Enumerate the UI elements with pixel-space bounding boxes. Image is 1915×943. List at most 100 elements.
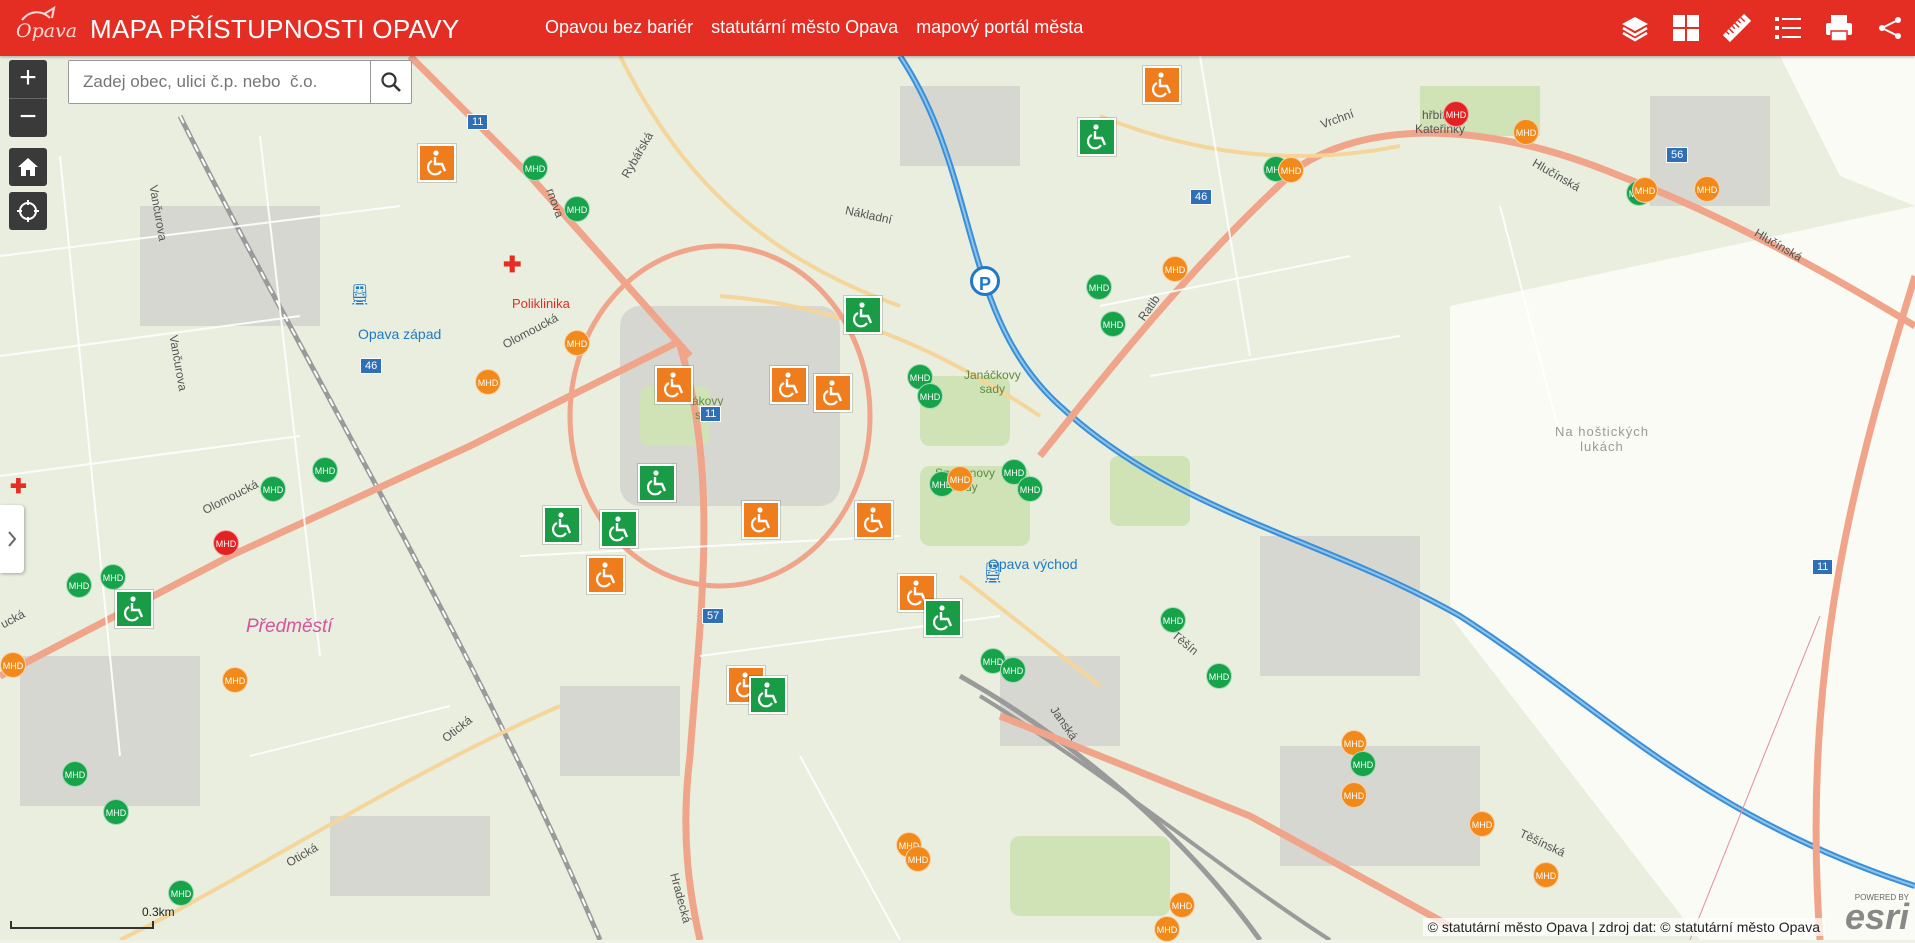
basemap-gallery-icon (1672, 15, 1699, 41)
mhd-stop-marker[interactable]: MHD (1469, 811, 1495, 837)
wheelchair-marker-partial[interactable] (655, 366, 693, 404)
wheelchair-marker-accessible[interactable] (1078, 118, 1116, 156)
nav-link-bez-barier[interactable]: Opavou bez bariér (545, 17, 693, 38)
esri-logo[interactable]: POWERED BY esri (1844, 893, 1909, 937)
mhd-stop-marker[interactable]: MHD (1169, 892, 1195, 918)
mhd-stop-marker[interactable]: MHD (213, 530, 239, 556)
mhd-stop-marker[interactable]: MHD (312, 457, 338, 483)
search-box (68, 60, 412, 104)
wheelchair-icon (124, 596, 144, 622)
side-panel-toggle[interactable] (0, 505, 24, 573)
mhd-stop-marker[interactable]: MHD (1160, 607, 1186, 633)
mhd-stop-marker[interactable]: MHD (564, 330, 590, 356)
mhd-stop-marker[interactable]: MHD (1278, 157, 1304, 183)
mhd-stop-marker[interactable]: MHD (100, 564, 126, 590)
attribution: © statutární město Opava | zdroj dat: © … (1422, 918, 1825, 936)
mhd-stop-marker[interactable]: MHD (1206, 663, 1232, 689)
wheelchair-icon (552, 512, 572, 538)
scale-label: 0.3km (142, 905, 175, 919)
mhd-stop-marker[interactable]: MHD (564, 196, 590, 222)
mhd-stop-marker[interactable]: MHD (1632, 177, 1658, 203)
print-button[interactable] (1813, 0, 1864, 56)
mhd-stop-marker[interactable]: MHD (917, 383, 943, 409)
wheelchair-icon (664, 372, 684, 398)
header-tools (1609, 0, 1915, 56)
logo-text: Opava (16, 20, 78, 42)
wheelchair-icon (853, 302, 873, 328)
mhd-stop-marker[interactable]: MHD (1350, 751, 1376, 777)
mhd-stop-marker[interactable]: MHD (1000, 657, 1026, 683)
nav-link-mesto-opava[interactable]: statutární město Opava (711, 17, 898, 38)
mhd-stop-marker[interactable]: MHD (1086, 274, 1112, 300)
mhd-stop-marker[interactable]: MHD (1694, 176, 1720, 202)
wheelchair-marker-partial[interactable] (418, 144, 456, 182)
locate-icon (17, 200, 39, 222)
measure-button[interactable] (1711, 0, 1762, 56)
wheelchair-icon (933, 605, 953, 631)
wheelchair-marker-accessible[interactable] (844, 296, 882, 334)
wheelchair-icon (823, 380, 843, 406)
mhd-stop-marker[interactable]: MHD (1162, 256, 1188, 282)
mhd-stop-marker[interactable]: MHD (1154, 916, 1180, 942)
print-icon (1825, 15, 1852, 42)
wheelchair-marker-partial[interactable] (770, 366, 808, 404)
wheelchair-marker-partial[interactable] (1143, 66, 1181, 104)
search-button[interactable] (370, 61, 411, 103)
wheelchair-icon (1152, 72, 1172, 98)
wheelchair-icon (864, 507, 884, 533)
nav-link-mapovy-portal[interactable]: mapový portál města (916, 17, 1083, 38)
wheelchair-marker-partial[interactable] (587, 556, 625, 594)
search-input[interactable] (69, 61, 370, 103)
mhd-stop-marker[interactable]: MHD (1017, 476, 1043, 502)
wheelchair-marker-accessible[interactable] (115, 590, 153, 628)
wheelchair-marker-accessible[interactable] (543, 506, 581, 544)
scale-line (10, 921, 154, 929)
map-view[interactable]: Poliklinika Opava západ Opava východ Pře… (0, 56, 1915, 942)
mhd-stop-marker[interactable]: MHD (475, 369, 501, 395)
measure-icon (1722, 13, 1751, 43)
wheelchair-marker-accessible[interactable] (638, 464, 676, 502)
mhd-stop-marker[interactable]: MHD (1100, 311, 1126, 337)
zoom-in-button[interactable]: + (9, 60, 47, 98)
mhd-stop-marker[interactable]: MHD (103, 799, 129, 825)
layers-icon (1621, 17, 1648, 42)
mhd-stop-marker[interactable]: MHD (905, 846, 931, 872)
wheelchair-icon (779, 372, 799, 398)
mhd-stop-marker[interactable]: MHD (0, 652, 26, 678)
wheelchair-marker-partial[interactable] (814, 374, 852, 412)
locate-button[interactable] (9, 192, 47, 230)
mhd-stop-marker[interactable]: MHD (1513, 119, 1539, 145)
wheelchair-icon (427, 150, 447, 176)
wheelchair-marker-accessible[interactable] (600, 510, 638, 548)
wheelchair-icon (609, 516, 629, 542)
mhd-stop-marker[interactable]: MHD (66, 572, 92, 598)
wheelchair-marker-accessible[interactable] (749, 676, 787, 714)
wheelchair-icon (751, 507, 771, 533)
wheelchair-marker-accessible[interactable] (924, 599, 962, 637)
mhd-stop-marker[interactable]: MHD (260, 476, 286, 502)
wheelchair-marker-partial[interactable] (855, 501, 893, 539)
esri-name: esri (1844, 896, 1909, 937)
mhd-stop-marker[interactable]: MHD (62, 761, 88, 787)
wheelchair-marker-partial[interactable] (742, 501, 780, 539)
zoom-out-button[interactable]: − (9, 98, 47, 137)
header-nav: Opavou bez bariér statutární město Opava… (545, 17, 1083, 38)
mhd-stop-marker[interactable]: MHD (522, 155, 548, 181)
search-icon (381, 72, 401, 92)
share-button[interactable] (1864, 0, 1915, 56)
app-header: Opava MAPA PŘÍSTUPNOSTI OPAVY Opavou bez… (0, 0, 1915, 56)
mhd-stop-marker[interactable]: MHD (1443, 101, 1469, 127)
home-button[interactable] (9, 148, 47, 186)
mhd-stop-marker[interactable]: MHD (222, 667, 248, 693)
mhd-stop-marker[interactable]: MHD (168, 880, 194, 906)
legend-icon (1774, 17, 1801, 39)
mhd-stop-marker[interactable]: MHD (947, 466, 973, 492)
layers-button[interactable] (1609, 0, 1660, 56)
legend-button[interactable] (1762, 0, 1813, 56)
mhd-stop-marker[interactable]: MHD (1533, 862, 1559, 888)
wheelchair-icon (758, 682, 778, 708)
basemap-gallery-button[interactable] (1660, 0, 1711, 56)
wheelchair-icon (1087, 124, 1107, 150)
mhd-stop-marker[interactable]: MHD (1341, 782, 1367, 808)
wheelchair-icon (596, 562, 616, 588)
